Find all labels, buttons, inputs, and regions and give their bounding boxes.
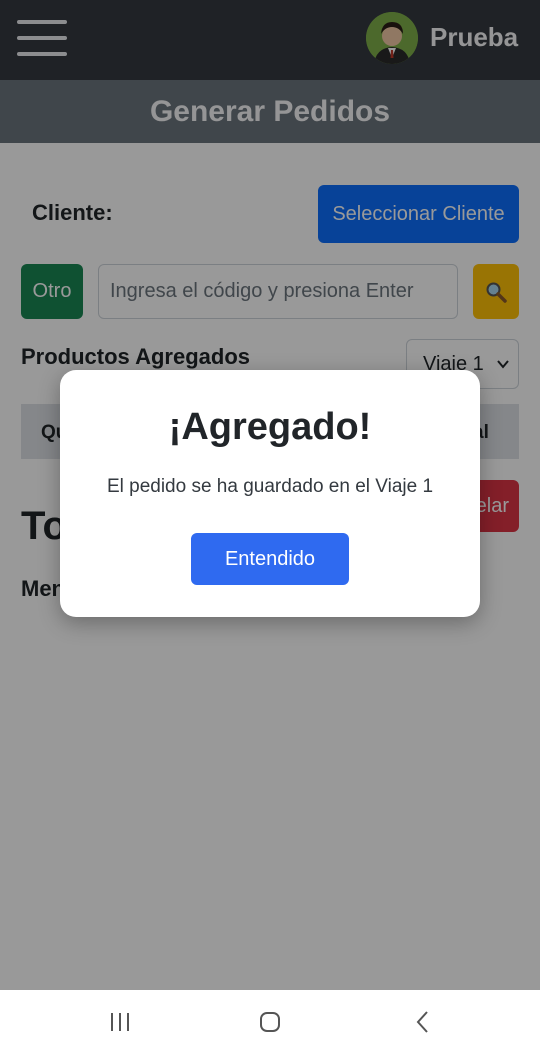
- entendido-button[interactable]: Entendido: [191, 533, 349, 585]
- success-dialog: ¡Agregado! El pedido se ha guardado en e…: [60, 370, 480, 617]
- back-icon[interactable]: [403, 1008, 443, 1036]
- dialog-message: El pedido se ha guardado en el Viaje 1: [106, 476, 434, 497]
- system-nav-bar: [0, 990, 540, 1054]
- home-icon[interactable]: [250, 1008, 290, 1036]
- dialog-title: ¡Agregado!: [168, 406, 372, 448]
- recent-apps-icon[interactable]: [100, 1008, 140, 1036]
